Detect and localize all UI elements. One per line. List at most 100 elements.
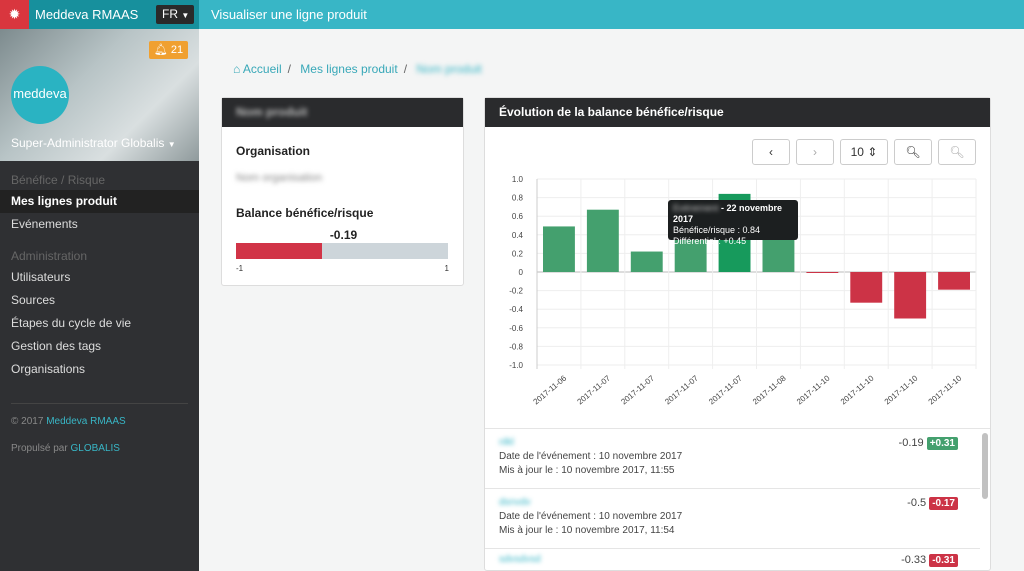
globalis-link[interactable]: GLOBALIS — [70, 443, 119, 454]
user-name: Super-Administrator Globalis — [11, 136, 165, 150]
page-size-select[interactable]: 10 ⇕ — [840, 139, 888, 165]
y-tick-label: 0.6 — [512, 212, 524, 221]
page-size-value: 10 — [850, 145, 864, 159]
bar — [894, 272, 927, 319]
prev-button[interactable]: ‹ — [752, 139, 790, 165]
event-value: -0.19 — [898, 437, 924, 449]
page-title: Visualiser une ligne produit — [211, 7, 367, 22]
sidebar-item-product-lines[interactable]: Mes lignes produit — [0, 190, 199, 213]
event-name[interactable]: nlkl — [499, 437, 514, 448]
event-diff-badge: -0.31 — [929, 554, 958, 567]
sidebar-item-events[interactable]: Evénements — [0, 213, 199, 236]
bar — [586, 209, 619, 272]
brand[interactable]: ✹ Meddeva RMAAS FR ▼ — [0, 0, 199, 29]
x-tick-label: 2017-11-10 — [883, 373, 920, 406]
breadcrumb-home[interactable]: Accueil — [243, 62, 282, 76]
brand-name: Meddeva RMAAS — [35, 7, 139, 22]
sidebar: 🔔︎ 21 meddeva Super-Administrator Global… — [0, 29, 199, 571]
x-tick-label: 2017-11-07 — [663, 373, 700, 406]
event-value: -0.33 — [901, 554, 927, 566]
next-button[interactable]: › — [796, 139, 834, 165]
divider — [11, 403, 188, 404]
event-value: -0.5 — [907, 497, 927, 509]
copyright-link[interactable]: Meddeva RMAAS — [46, 416, 125, 427]
tooltip-line1: Bénéfice/risque : 0.84 — [673, 225, 761, 235]
logo: meddeva — [11, 66, 69, 124]
bell-icon: 🔔︎ — [153, 44, 168, 56]
event-item[interactable]: sdvsdvsd -0.33 -0.31 — [485, 549, 980, 568]
alert-count: 21 — [170, 44, 184, 56]
y-tick-label: 0.2 — [512, 249, 524, 258]
y-tick-label: 0.8 — [512, 194, 524, 203]
y-tick-label: -0.2 — [509, 287, 523, 296]
product-card: Nom produit Organisation Nom organisatio… — [221, 97, 464, 286]
chart-card: Évolution de la balance bénéfice/risque … — [484, 97, 991, 571]
product-title: Nom produit — [236, 105, 308, 119]
chart-title: Évolution de la balance bénéfice/risque — [485, 98, 990, 127]
user-menu[interactable]: Super-Administrator Globalis ▼ — [11, 136, 176, 150]
sidebar-item-lifecycle[interactable]: Étapes du cycle de vie — [0, 312, 199, 335]
language-label: FR — [162, 7, 178, 21]
balance-value: -0.19 — [329, 228, 358, 242]
y-tick-label: -0.8 — [509, 342, 523, 351]
copyright: © 2017 Meddeva RMAAS — [11, 416, 126, 427]
bar — [543, 226, 575, 272]
tooltip-name: Evénement — [673, 203, 719, 213]
x-tick-label: 2017-11-07 — [707, 373, 744, 406]
breadcrumb-current: Nom produit — [416, 62, 482, 76]
caret-down-icon: ▼ — [181, 11, 190, 20]
sidebar-hero: 🔔︎ 21 meddeva Super-Administrator Global… — [0, 29, 199, 161]
event-diff-badge: +0.31 — [926, 437, 958, 450]
language-dropdown[interactable]: FR ▼ — [156, 5, 194, 24]
tooltip-line2: Différentiel : +0.45 — [673, 236, 747, 246]
event-name[interactable]: sdvsdvsd — [499, 554, 541, 565]
event-updated: Mis à jour le : 10 novembre 2017, 11:55 — [499, 465, 675, 476]
bar-max: 1 — [444, 264, 449, 273]
scrollbar[interactable] — [982, 433, 988, 499]
x-tick-label: 2017-11-10 — [795, 373, 832, 406]
balance-bar-fill — [236, 243, 322, 259]
balance-bar — [236, 243, 448, 259]
alert-badge[interactable]: 🔔︎ 21 — [149, 41, 188, 59]
y-tick-label: 0 — [519, 268, 524, 277]
sidebar-item-users[interactable]: Utilisateurs — [0, 266, 199, 289]
x-tick-label: 2017-11-08 — [751, 373, 788, 406]
x-tick-label: 2017-11-07 — [619, 373, 656, 406]
y-tick-label: -0.4 — [509, 305, 523, 314]
menu-section-benefit-risk: Bénéfice / Risque — [11, 173, 106, 187]
event-diff-badge: -0.17 — [929, 497, 958, 510]
x-tick-label: 2017-11-06 — [532, 373, 569, 406]
bar — [630, 251, 663, 272]
menu-section-admin: Administration — [11, 249, 88, 263]
x-tick-label: 2017-11-07 — [575, 373, 612, 406]
sidebar-item-organisations[interactable]: Organisations — [0, 358, 199, 381]
bar — [806, 272, 839, 273]
x-tick-label: 2017-11-10 — [839, 373, 876, 406]
event-name[interactable]: dsnvdv — [499, 497, 531, 508]
breadcrumb: ⌂ Accueil / Mes lignes produit / Nom produ… — [233, 62, 482, 76]
event-updated: Mis à jour le : 10 novembre 2017, 11:54 — [499, 525, 675, 536]
event-list: nlkl Date de l'événement : 10 novembre 20… — [485, 428, 990, 568]
org-value: Nom organisation — [236, 172, 323, 184]
bug-icon[interactable]: ✹ — [0, 0, 29, 29]
top-bar: ✹ Meddeva RMAAS FR ▼ Visualiser une lign… — [0, 0, 1024, 29]
caret-down-icon: ▼ — [167, 140, 176, 149]
event-date: Date de l'événement : 10 novembre 2017 — [499, 511, 683, 522]
y-tick-label: 0.4 — [512, 231, 524, 240]
zoom-reset-icon[interactable]: 🔍︎ — [938, 139, 976, 165]
event-item[interactable]: nlkl Date de l'événement : 10 novembre 20… — [485, 429, 980, 489]
zoom-in-icon[interactable]: 🔍︎ — [894, 139, 932, 165]
sidebar-item-sources[interactable]: Sources — [0, 289, 199, 312]
y-tick-label: -0.6 — [509, 324, 523, 333]
y-tick-label: -1.0 — [509, 361, 523, 370]
org-label: Organisation — [236, 144, 311, 158]
bar — [850, 272, 883, 303]
chart-tooltip: Evénement - 22 novembre 2017 Bénéfice/ri… — [668, 200, 798, 246]
event-date: Date de l'événement : 10 novembre 2017 — [499, 451, 683, 462]
x-tick-label: 2017-11-10 — [927, 373, 964, 406]
sidebar-item-tags[interactable]: Gestion des tags — [0, 335, 199, 358]
home-icon: ⌂ — [233, 62, 241, 76]
y-tick-label: 1.0 — [512, 175, 524, 184]
event-item[interactable]: dsnvdv Date de l'événement : 10 novembre … — [485, 489, 980, 549]
breadcrumb-list[interactable]: Mes lignes produit — [300, 62, 397, 76]
